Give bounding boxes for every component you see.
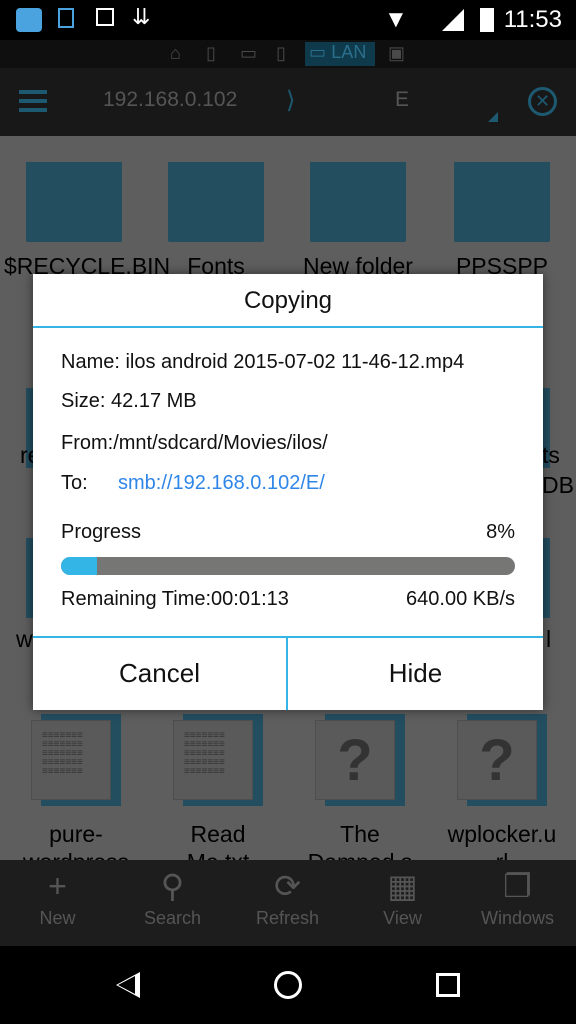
multi-device-icon[interactable]: ▣ — [388, 43, 405, 64]
progress-bar — [61, 557, 515, 575]
signal-icon — [442, 9, 464, 31]
dialog-buttons: Cancel Hide — [33, 636, 543, 710]
source-path: From:/mnt/sdcard/Movies/ilos/ — [61, 432, 328, 454]
new-button[interactable]: + New — [0, 860, 115, 946]
bottom-toolbar: + New ⚲ Search ⟳ Refresh ▦ View ❐ Windows — [0, 860, 576, 946]
progress-label: Progress — [61, 521, 142, 543]
plus-icon: + — [48, 868, 67, 904]
tab-lan[interactable]: ▭ LAN — [305, 42, 375, 66]
breadcrumb-ip[interactable]: 192.168.0.102 — [103, 88, 237, 112]
download-icon: ⇊ — [132, 4, 151, 29]
refresh-button[interactable]: ⟳ Refresh — [230, 860, 345, 946]
remaining-time: Remaining Time:00:01:13 — [61, 588, 289, 610]
phone-icon[interactable]: ▯ — [276, 43, 286, 64]
navigation-bar — [0, 946, 576, 1024]
dialog-title: Copying — [33, 274, 543, 328]
file-size: Size: 42.17 MB — [61, 390, 197, 412]
computer-icon[interactable]: ▭ — [240, 43, 257, 64]
breadcrumb-separator-icon: ⟩ — [286, 87, 296, 114]
location-tabs: ⌂ ▯ ▭ ▯ ▭ LAN ▣ — [0, 40, 576, 68]
refresh-label: Refresh — [255, 908, 320, 928]
cancel-button[interactable]: Cancel — [33, 638, 288, 710]
file-name: Name: ilos android 2015-07-02 11-46-12.m… — [61, 351, 465, 373]
search-button[interactable]: ⚲ Search — [115, 860, 230, 946]
header: 192.168.0.102 ⟩ E ✕ — [0, 68, 576, 136]
status-bar: ⇊ ▼ 11:53 — [0, 0, 576, 40]
computer-icon: ▭ — [309, 42, 327, 62]
breadcrumb-folder[interactable]: E — [395, 88, 409, 112]
menu-icon[interactable] — [19, 90, 47, 112]
view-label: View — [383, 908, 422, 928]
grid-icon: ▦ — [387, 868, 418, 904]
hide-button[interactable]: Hide — [288, 638, 543, 710]
search-icon: ⚲ — [160, 868, 185, 904]
copy-notification-icon — [58, 8, 74, 28]
tab-lan-label: LAN — [331, 42, 367, 62]
home-icon[interactable]: ⌂ — [170, 43, 181, 64]
es-file-explorer-icon — [16, 8, 42, 32]
transfer-speed: 640.00 KB/s — [406, 588, 515, 610]
battery-icon — [480, 8, 494, 32]
image-icon — [96, 8, 114, 26]
destination-path[interactable]: smb://192.168.0.102/E/ — [118, 472, 325, 495]
windows-label: Windows — [480, 908, 555, 928]
close-icon[interactable]: ✕ — [528, 87, 557, 116]
search-label: Search — [143, 908, 202, 928]
progress-percent: 8% — [486, 521, 515, 543]
destination-label: To: — [61, 472, 88, 494]
windows-icon: ❐ — [503, 868, 532, 904]
recents-icon[interactable] — [436, 973, 460, 997]
clock: 11:53 — [503, 6, 562, 33]
new-label: New — [39, 908, 76, 928]
refresh-icon: ⟳ — [274, 868, 301, 904]
phone-icon[interactable]: ▯ — [206, 43, 216, 64]
home-icon[interactable] — [274, 971, 302, 999]
view-button[interactable]: ▦ View — [345, 860, 460, 946]
copy-dialog: Copying Name: ilos android 2015-07-02 11… — [33, 274, 543, 710]
progress-fill — [61, 557, 98, 575]
wifi-icon: ▼ — [384, 6, 408, 33]
windows-button[interactable]: ❐ Windows — [460, 860, 575, 946]
dropdown-corner-icon[interactable] — [488, 112, 498, 122]
